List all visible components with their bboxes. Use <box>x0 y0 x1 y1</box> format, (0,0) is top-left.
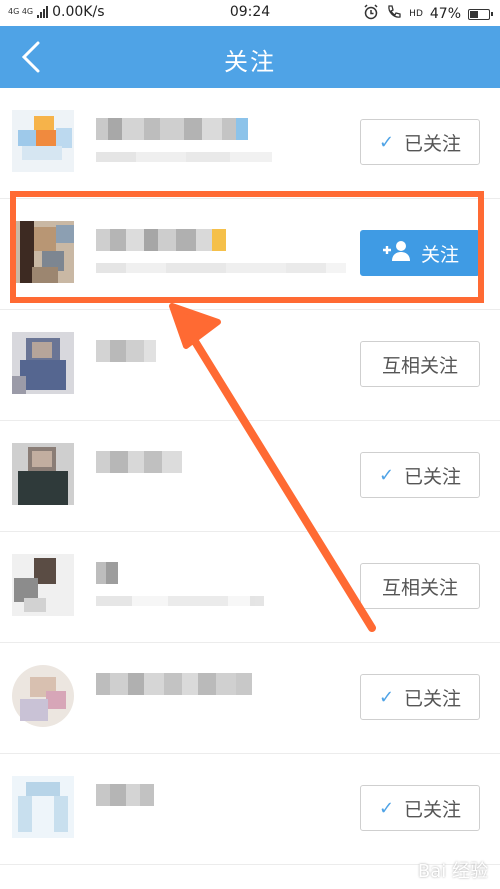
watermark: Bai 经验 <box>417 861 488 882</box>
annotation-arrow-icon <box>169 303 376 632</box>
